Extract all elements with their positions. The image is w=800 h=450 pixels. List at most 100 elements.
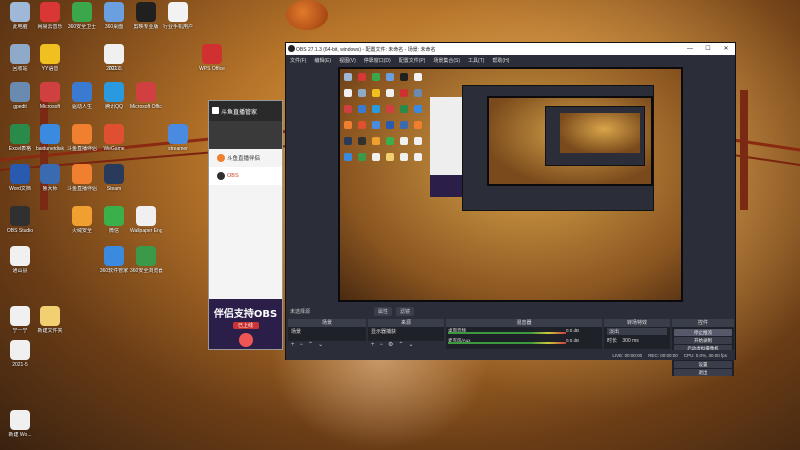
properties-button[interactable]: 属性 (374, 306, 393, 316)
desktop-shortcut[interactable]: YY语音 (34, 44, 66, 72)
menu-item[interactable]: 工具(T) (468, 57, 484, 64)
minimize-icon[interactable]: — (681, 43, 699, 55)
desktop-shortcut[interactable]: 行业手机用户 (162, 2, 194, 30)
desktop-shortcut[interactable]: gpedit (4, 82, 36, 110)
volume-meter[interactable] (448, 342, 566, 344)
desktop-shortcut[interactable]: baidunetdisk (34, 124, 66, 152)
preview-app-icon (372, 121, 380, 129)
desktop-shortcut[interactable]: 2021-5 (98, 44, 130, 72)
desktop-shortcut[interactable]: 新建 Wo... (4, 410, 36, 438)
duration-input[interactable]: 300 ms (622, 338, 638, 344)
volume-meter[interactable] (448, 332, 566, 334)
app-icon (40, 306, 60, 326)
desktop-shortcut[interactable]: 新建文件夹 (34, 306, 66, 334)
sources-list: 显示器捕获 (368, 327, 444, 341)
desktop-shortcut[interactable]: 此电脑 (4, 2, 36, 30)
up-icon[interactable]: ⌃ (308, 341, 313, 349)
menu-item[interactable]: 编辑(E) (314, 57, 331, 64)
maximize-icon[interactable]: ☐ (699, 43, 717, 55)
menu-item[interactable]: 配置文件(P) (399, 57, 426, 64)
add-icon[interactable]: + (371, 341, 375, 349)
desktop-shortcut[interactable]: streamer (162, 124, 194, 152)
desktop-shortcut[interactable]: Steam (98, 164, 130, 192)
status-text: CPU: 0.0%, 30.00 fps (683, 352, 727, 358)
obs-status-bar: LIVE: 00:00:00 REC: 00:00:00 CPU: 0.0%, 30… (286, 350, 735, 360)
desktop-shortcut[interactable]: 回收站 (4, 44, 36, 72)
preview-app-icon (400, 89, 408, 97)
preview-app-icon (358, 121, 366, 129)
desktop-shortcut-label: gpedit (13, 104, 27, 110)
desktop-shortcut[interactable]: 火绒安全 (66, 206, 98, 234)
down-icon[interactable]: ⌄ (318, 341, 323, 349)
desktop-shortcut[interactable]: 剪映专业版 (130, 2, 162, 30)
app-icon (10, 206, 30, 226)
gear-icon[interactable]: ⚙ (388, 341, 393, 349)
menu-item[interactable]: 文件(F) (290, 57, 306, 64)
desktop-shortcut[interactable]: 斗鱼直播伴侣 (66, 164, 98, 192)
desktop-shortcut[interactable]: 微信 (98, 206, 130, 234)
douyu-manager-window: 斗鱼直播管家 斗鱼直播伴侣 OBS 伴侣支持OBS 已上线 (208, 100, 283, 350)
close-icon[interactable]: ✕ (717, 43, 735, 55)
desktop-shortcut[interactable]: 网易云音乐 (34, 2, 66, 30)
menu-item[interactable]: 停靠窗口(D) (364, 57, 391, 64)
desktop-shortcut-label: 360桌面 (104, 24, 124, 30)
desktop-shortcut[interactable]: WPS Office (196, 44, 228, 72)
menu-item[interactable]: 帮助(H) (492, 57, 509, 64)
desktop-shortcut[interactable]: OBS Studio (4, 206, 36, 234)
douyu-ad-banner[interactable]: 伴侣支持OBS 已上线 (209, 299, 282, 349)
desktop-shortcut[interactable]: 宁一宁 (4, 306, 36, 334)
control-button[interactable]: 设置 (674, 361, 732, 368)
desktop-shortcut[interactable]: Excel表格 (4, 124, 36, 152)
desktop-shortcut[interactable]: 360安全卫士 (66, 2, 98, 30)
desktop-shortcut[interactable]: WeGame (98, 124, 130, 152)
remove-icon[interactable]: − (300, 341, 304, 349)
app-icon (10, 124, 30, 144)
app-icon (10, 82, 30, 102)
remove-icon[interactable]: − (380, 341, 384, 349)
desktop-shortcut[interactable]: 360桌面 (98, 2, 130, 30)
douyu-item-companion[interactable]: 斗鱼直播伴侣 (209, 149, 282, 167)
app-icon (104, 82, 124, 102)
down-icon[interactable]: ⌄ (408, 341, 413, 349)
mixer-db: 0.0 dB (566, 338, 580, 343)
douyu-item-label: 斗鱼直播伴侣 (227, 156, 261, 162)
obs-menu-bar: 文件(F) 编辑(E) 视图(V) 停靠窗口(D) 配置文件(P) 场景集合(S) 工具(T… (286, 55, 735, 65)
desktop-shortcut[interactable]: 驱动人生 (66, 82, 98, 110)
desktop-shortcut[interactable]: 腾讯QQ (98, 82, 130, 110)
obs-preview[interactable] (338, 67, 683, 302)
desktop-shortcut[interactable]: 2021-5 (4, 340, 36, 368)
transition-select[interactable]: 淡出 (607, 328, 667, 335)
desktop-shortcut[interactable]: 鲁大师 (34, 164, 66, 192)
ad-text: 伴侣支持OBS (213, 309, 278, 320)
preview-capture (340, 69, 681, 300)
nested-obs-window (462, 85, 654, 211)
desktop-shortcut[interactable]: Word文档 (4, 164, 36, 192)
desktop-shortcut[interactable]: 360安全浏览器 (130, 246, 162, 274)
douyu-item-obs[interactable]: OBS (209, 167, 282, 185)
desktop-shortcut[interactable]: 斗鱼直播伴侣 (66, 124, 98, 152)
up-icon[interactable]: ⌃ (398, 341, 403, 349)
control-button[interactable]: 停止推流 (674, 329, 732, 336)
desktop-shortcut[interactable]: 通山县 (4, 246, 36, 274)
desktop-shortcut[interactable]: Microsoft Office (130, 82, 162, 110)
filters-button[interactable]: 滤镜 (396, 306, 415, 316)
control-button[interactable]: 退出 (674, 369, 732, 376)
app-icon (104, 44, 124, 64)
douyu-banner (209, 121, 282, 149)
app-icon (72, 206, 92, 226)
desktop-shortcut[interactable]: Wallpaper Engine (130, 206, 162, 234)
control-button[interactable]: 开始录制 (674, 337, 732, 344)
scene-item[interactable]: 场景 (291, 328, 363, 335)
douyu-logo-icon (212, 107, 219, 114)
desktop-shortcut[interactable]: Microsoft (34, 82, 66, 110)
menu-item[interactable]: 场景集合(S) (433, 57, 460, 64)
menu-item[interactable]: 视图(V) (339, 57, 356, 64)
desktop-shortcut[interactable]: 360软件管家 (98, 246, 130, 274)
app-icon (40, 2, 60, 22)
transitions-dock: 转场特效 淡出 时长 300 ms (604, 319, 670, 349)
add-icon[interactable]: + (291, 341, 295, 349)
source-item[interactable]: 显示器捕获 (371, 328, 441, 335)
controls-title: 控件 (672, 319, 734, 327)
preview-app-icon (372, 89, 380, 97)
desktop-shortcut-label: 斗鱼直播伴侣 (66, 186, 97, 192)
